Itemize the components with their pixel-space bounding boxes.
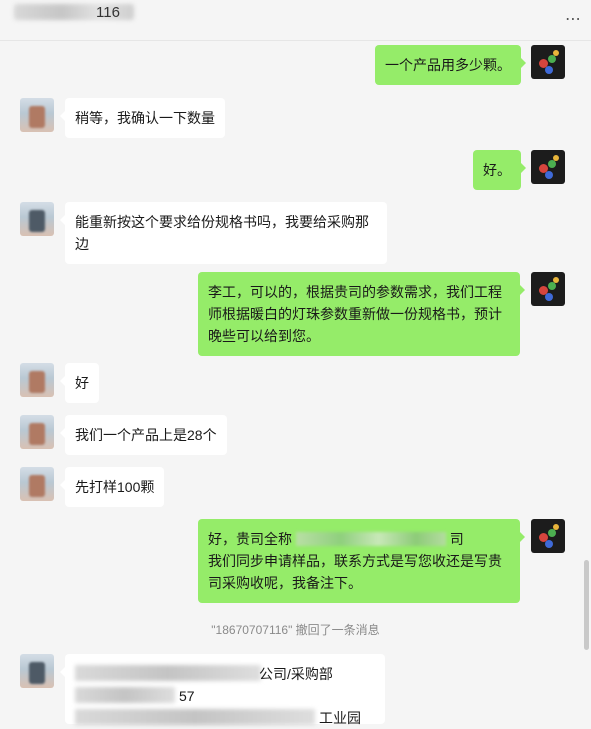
message-line: 好，贵司全称 司 bbox=[208, 528, 510, 550]
redacted-text bbox=[75, 687, 175, 703]
message-bubble-received[interactable]: 先打样100颗 bbox=[59, 467, 165, 507]
scrollbar[interactable] bbox=[584, 560, 589, 650]
message-text: 好 bbox=[75, 375, 89, 391]
message-line: 司采购收呢，我备注下。 bbox=[208, 575, 362, 591]
contact-avatar[interactable] bbox=[20, 415, 54, 449]
message-line: 李工，可以的，根据贵司的参数需求，我们工程 bbox=[208, 284, 502, 300]
recall-notice: "18670707116" 撤回了一条消息 bbox=[211, 623, 380, 637]
message-text: 好。 bbox=[483, 162, 511, 178]
message-text: 一个产品用多少颗。 bbox=[385, 57, 511, 73]
my-avatar[interactable] bbox=[531, 519, 565, 553]
redacted-company-name bbox=[295, 532, 446, 546]
redacted-text bbox=[75, 709, 315, 725]
message-bubble-received[interactable]: 我们一个产品上是28个 bbox=[60, 415, 227, 455]
message-text: 我们一个产品上是28个 bbox=[75, 427, 217, 443]
redacted-text bbox=[75, 665, 261, 681]
contact-avatar[interactable] bbox=[20, 467, 54, 501]
message-line: 晚些可以给到您。 bbox=[208, 328, 320, 344]
message-bubble-received[interactable]: 能重新按这个要求给份规格书吗，我要给采购那 边 bbox=[60, 202, 387, 264]
chat-title: 116 bbox=[96, 4, 120, 21]
message-bubble-sent[interactable]: 李工，可以的，根据贵司的参数需求，我们工程 师根据暖白的灯珠参数重新做一份规格书… bbox=[198, 272, 525, 356]
message-text: 公司/采购部 bbox=[259, 666, 333, 682]
message-bubble-sent[interactable]: 一个产品用多少颗。 bbox=[375, 45, 526, 85]
message-bubble-sent[interactable]: 好。 bbox=[473, 150, 526, 190]
message-text: 57 bbox=[179, 688, 195, 704]
message-line: 师根据暖白的灯珠参数重新做一份规格书，预计 bbox=[208, 306, 502, 322]
message-bubble-sent[interactable]: 好，贵司全称 司 我们同步申请样品，联系方式是写您收还是写贵 司采购收呢，我备注… bbox=[198, 519, 525, 603]
message-line: 边 bbox=[75, 236, 89, 252]
contact-avatar[interactable] bbox=[20, 363, 54, 397]
message-bubble-received[interactable]: 公司/采购部 57 工业园 bbox=[60, 654, 385, 726]
message-text: 先打样100颗 bbox=[75, 479, 155, 495]
message-line: 能重新按这个要求给份规格书吗，我要给采购那 bbox=[75, 214, 369, 230]
message-line: 我们同步申请样品，联系方式是写您收还是写贵 bbox=[208, 553, 502, 569]
contact-avatar[interactable] bbox=[20, 98, 54, 132]
my-avatar[interactable] bbox=[531, 45, 565, 79]
my-avatar[interactable] bbox=[531, 272, 565, 306]
message-text: 工业园 bbox=[319, 710, 361, 726]
contact-avatar[interactable] bbox=[20, 202, 54, 236]
chat-header: 116 ⋯ bbox=[0, 0, 591, 41]
contact-avatar[interactable] bbox=[20, 654, 54, 688]
more-options-icon[interactable]: ⋯ bbox=[563, 10, 583, 30]
message-text: 稍等，我确认一下数量 bbox=[75, 110, 215, 126]
message-bubble-received[interactable]: 稍等，我确认一下数量 bbox=[60, 98, 225, 138]
message-text: 司 bbox=[449, 531, 464, 547]
message-bubble-received[interactable]: 好 bbox=[60, 363, 99, 403]
my-avatar[interactable] bbox=[531, 150, 565, 184]
message-text: 好，贵司全称 bbox=[208, 531, 292, 547]
